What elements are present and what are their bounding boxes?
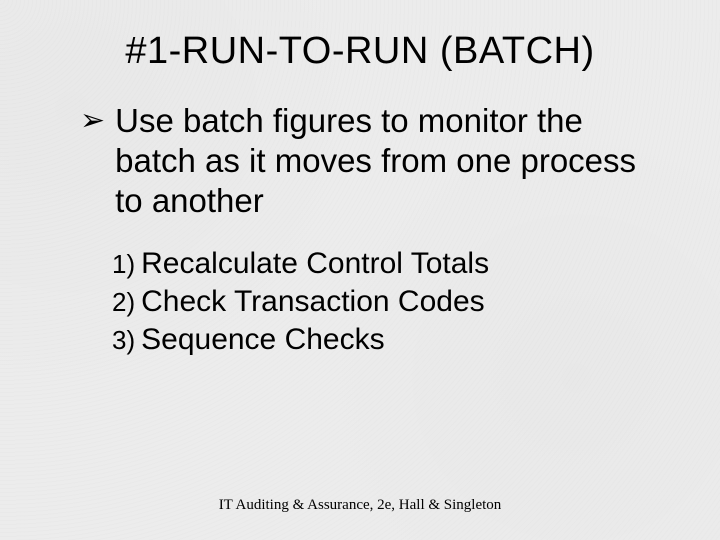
- list-item: 1) Recalculate Control Totals: [112, 245, 660, 283]
- slide: #1-RUN-TO-RUN (BATCH) ➢ Use batch figure…: [0, 0, 720, 540]
- item-text: Recalculate Control Totals: [141, 245, 489, 283]
- main-bullet-text: Use batch figures to monitor the batch a…: [115, 101, 660, 221]
- slide-title: #1-RUN-TO-RUN (BATCH): [60, 30, 660, 73]
- arrow-bullet-icon: ➢: [80, 101, 105, 141]
- item-text: Sequence Checks: [141, 321, 385, 359]
- list-item: 2) Check Transaction Codes: [112, 283, 660, 321]
- numbered-list: 1) Recalculate Control Totals 2) Check T…: [112, 245, 660, 359]
- item-number: 1): [112, 249, 135, 280]
- item-number: 2): [112, 287, 135, 318]
- list-item: 3) Sequence Checks: [112, 321, 660, 359]
- item-number: 3): [112, 325, 135, 356]
- item-text: Check Transaction Codes: [141, 283, 485, 321]
- main-bullet: ➢ Use batch figures to monitor the batch…: [80, 101, 660, 221]
- slide-footer: IT Auditing & Assurance, 2e, Hall & Sing…: [0, 497, 720, 514]
